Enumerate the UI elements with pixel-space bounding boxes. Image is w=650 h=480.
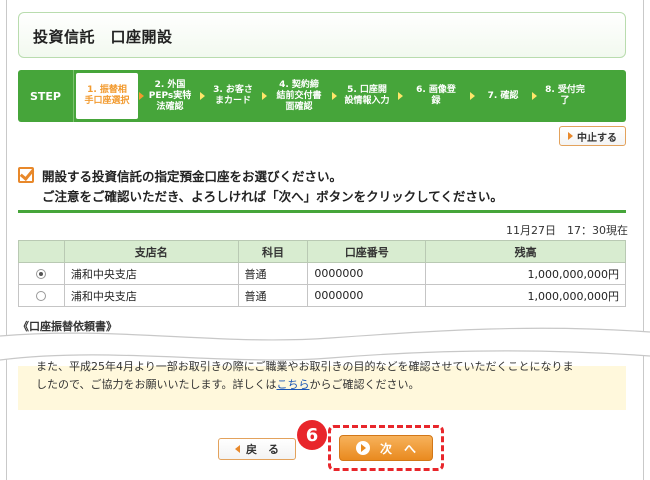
account-radio-1[interactable] xyxy=(36,269,47,279)
next-button[interactable]: 次 へ xyxy=(339,435,433,461)
step-item-label: 1. 振替相 手口座選択 xyxy=(84,85,130,106)
section-divider xyxy=(18,210,626,213)
table-header-row: 支店名 科目 口座番号 残高 xyxy=(18,240,626,263)
account-radio-2[interactable] xyxy=(36,291,47,301)
account-table: 支店名 科目 口座番号 残高 浦和中央支店 普通 0000000 1,000,0… xyxy=(18,240,626,307)
step-item-label: 8. 受付完了 xyxy=(545,85,585,106)
branch-cell: 浦和中央支店 xyxy=(63,262,239,285)
back-button-label: 戻 る xyxy=(246,443,279,456)
checkmark-icon xyxy=(18,167,34,183)
notice-line-2-prefix: したので、ご協力をお願いいたします。詳しくは xyxy=(36,378,277,391)
cancel-button-label: 中止する xyxy=(577,132,617,144)
header-select xyxy=(18,240,65,263)
step-item-label: 4. 契約締 結前交付書 面確認 xyxy=(276,79,322,112)
step-item-label: 3. お客さ まカード xyxy=(213,85,253,106)
step-item-8: 8. 受付完了 xyxy=(534,70,596,122)
notice-line-1: また、平成25年4月より一部お取引きの際にご職業やお取引きの目的などを確認させて… xyxy=(36,360,574,373)
play-circle-icon xyxy=(355,441,370,455)
step-item-label: 2. 外国 PEPs実特 法確認 xyxy=(148,79,192,112)
account-number-cell: 0000000 xyxy=(307,262,427,285)
step-item-6: 6. 画像登録 xyxy=(400,70,475,122)
table-row[interactable]: 浦和中央支店 普通 0000000 1,000,000,000円 xyxy=(18,284,626,307)
balance-cell: 1,000,000,000円 xyxy=(425,262,626,285)
step-item-4: 4. 契約締 結前交付書 面確認 xyxy=(264,70,337,122)
instruction-line-2: ご注意をご確認いただき、よろしければ「次へ」ボタンをクリックしてください。 xyxy=(42,189,503,204)
notice-line-2: したので、ご協力をお願いいたします。詳しくはこちらからご確認ください。 xyxy=(36,376,419,392)
table-row[interactable]: 浦和中央支店 普通 0000000 1,000,000,000円 xyxy=(18,262,626,285)
title-panel: 投資信託 口座開設 xyxy=(18,12,626,58)
cancel-button[interactable]: 中止する xyxy=(559,126,626,146)
type-cell: 普通 xyxy=(237,262,309,285)
step-number-badge: 6 xyxy=(297,420,327,450)
row-select-cell[interactable] xyxy=(18,262,65,285)
header-type: 科目 xyxy=(237,240,309,263)
step-label: STEP xyxy=(18,70,74,122)
highlight-frame: 次 へ xyxy=(328,425,444,471)
step-item-label: 6. 画像登録 xyxy=(416,85,456,106)
notice-box: また、平成25年4月より一部お取引きの際にご職業やお取引きの目的などを確認させて… xyxy=(18,360,626,410)
page-title: 投資信託 口座開設 xyxy=(33,28,173,46)
header-branch: 支店名 xyxy=(63,240,239,263)
type-cell: 普通 xyxy=(237,284,309,307)
step-list: 1. 振替相 手口座選択 2. 外国 PEPs実特 法確認 3. お客さ まカード 4. 契約… xyxy=(76,70,596,122)
row-select-cell[interactable] xyxy=(18,284,65,307)
step-item-3: 3. お客さ まカード xyxy=(202,70,267,122)
header-account-number: 口座番号 xyxy=(307,240,427,263)
step-item-label: 7. 確認 xyxy=(487,90,519,101)
balance-cell: 1,000,000,000円 xyxy=(425,284,626,307)
details-link[interactable]: こちら xyxy=(276,378,309,391)
back-button[interactable]: 戻 る xyxy=(218,438,296,460)
header-balance: 残高 xyxy=(425,240,626,263)
step-progress-bar: STEP 1. 振替相 手口座選択 2. 外国 PEPs実特 法確認 3. お客さ まカード… xyxy=(18,70,626,122)
notice-line-2-suffix: からご確認ください。 xyxy=(309,378,420,391)
arrow-right-icon xyxy=(568,132,573,140)
as-of-timestamp: 11月27日 17：30現在 xyxy=(506,224,628,237)
arrow-left-icon xyxy=(235,445,240,453)
step-item-2: 2. 外国 PEPs実特 法確認 xyxy=(138,70,205,122)
step-item-label: 5. 口座開 設情報入力 xyxy=(344,85,390,106)
account-number-cell: 0000000 xyxy=(307,284,427,307)
step-item-5: 5. 口座開 設情報入力 xyxy=(334,70,403,122)
step-item-1: 1. 振替相 手口座選択 xyxy=(76,73,144,119)
step-item-7: 7. 確認 xyxy=(472,70,537,122)
instruction-line-1: 開設する投資信託の指定預金口座をお選びください。 xyxy=(42,169,343,184)
next-button-label: 次 へ xyxy=(379,441,416,456)
branch-cell: 浦和中央支店 xyxy=(63,284,239,307)
